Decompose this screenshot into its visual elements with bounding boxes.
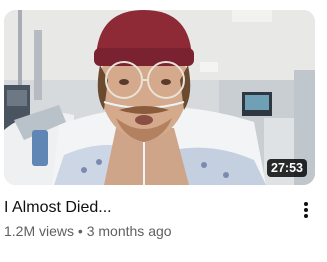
video-metadata: 1.2M views • 3 months ago (4, 222, 172, 240)
more-options-button[interactable] (294, 198, 318, 222)
more-vert-icon (304, 202, 308, 218)
upload-age: 3 months ago (86, 223, 172, 239)
meta-separator: • (77, 223, 83, 239)
duration-badge: 27:53 (267, 159, 307, 177)
video-card[interactable]: 27:53 I Almost Died... 1.2M views • 3 mo… (0, 0, 327, 262)
video-title[interactable]: I Almost Died... (4, 198, 284, 218)
video-thumbnail[interactable]: 27:53 (4, 10, 315, 185)
view-count: 1.2M views (4, 223, 75, 239)
